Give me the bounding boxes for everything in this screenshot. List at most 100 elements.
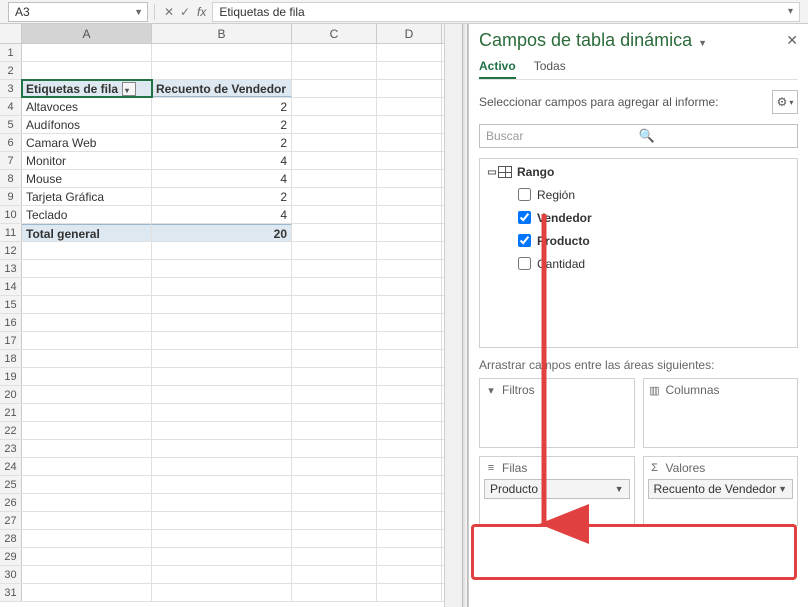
row-number[interactable]: 4 xyxy=(0,98,22,115)
cell[interactable] xyxy=(292,242,377,259)
cell[interactable] xyxy=(292,386,377,403)
cell[interactable] xyxy=(22,350,152,367)
check-icon[interactable]: ✓ xyxy=(177,5,193,19)
row-number[interactable]: 29 xyxy=(0,548,22,565)
cell[interactable] xyxy=(292,368,377,385)
cell[interactable] xyxy=(22,584,152,601)
cell[interactable] xyxy=(292,548,377,565)
field-list[interactable]: ▭ Rango RegiónVendedorProductoCantidad xyxy=(479,158,798,348)
cell[interactable] xyxy=(377,62,442,79)
row-number[interactable]: 7 xyxy=(0,152,22,169)
cell[interactable] xyxy=(22,530,152,547)
cell[interactable]: Audífonos xyxy=(22,116,152,133)
search-input[interactable]: Buscar 🔍 xyxy=(479,124,798,148)
row-number[interactable]: 6 xyxy=(0,134,22,151)
cell[interactable] xyxy=(377,368,442,385)
row-number[interactable]: 27 xyxy=(0,512,22,529)
row-number[interactable]: 5 xyxy=(0,116,22,133)
cell[interactable] xyxy=(292,98,377,115)
row-number[interactable]: 19 xyxy=(0,368,22,385)
row-number[interactable]: 16 xyxy=(0,314,22,331)
column-header-d[interactable]: D xyxy=(377,24,442,43)
filter-dropdown-icon[interactable] xyxy=(122,82,136,96)
field-checkbox[interactable] xyxy=(518,234,531,247)
cell[interactable] xyxy=(22,494,152,511)
cell[interactable] xyxy=(22,314,152,331)
cell[interactable] xyxy=(377,404,442,421)
name-box[interactable]: A3 ▼ xyxy=(8,2,148,22)
cell[interactable] xyxy=(152,278,292,295)
cell[interactable]: 4 xyxy=(152,206,292,223)
cell[interactable] xyxy=(292,566,377,583)
cell[interactable]: Total general xyxy=(22,224,152,241)
row-number[interactable]: 1 xyxy=(0,44,22,61)
cell[interactable] xyxy=(377,188,442,205)
field-group[interactable]: ▭ Rango xyxy=(486,165,791,179)
cell[interactable] xyxy=(377,152,442,169)
area-values[interactable]: ΣValores Recuento de Vendedor ▼ xyxy=(643,456,799,526)
cell[interactable] xyxy=(292,422,377,439)
row-number[interactable]: 3 xyxy=(0,80,22,97)
cell[interactable]: Tarjeta Gráfica xyxy=(22,188,152,205)
row-number[interactable]: 13 xyxy=(0,260,22,277)
cell[interactable] xyxy=(377,44,442,61)
cell[interactable] xyxy=(377,386,442,403)
cell[interactable] xyxy=(152,296,292,313)
cell[interactable] xyxy=(292,62,377,79)
row-number[interactable]: 20 xyxy=(0,386,22,403)
cell[interactable] xyxy=(152,404,292,421)
cell[interactable] xyxy=(377,494,442,511)
area-filters[interactable]: ▾Filtros xyxy=(479,378,635,448)
column-header-b[interactable]: B xyxy=(152,24,292,43)
cell[interactable] xyxy=(292,278,377,295)
cell[interactable] xyxy=(377,458,442,475)
cell[interactable] xyxy=(377,476,442,493)
cell[interactable] xyxy=(377,134,442,151)
row-number[interactable]: 22 xyxy=(0,422,22,439)
cell[interactable] xyxy=(22,404,152,421)
cell[interactable] xyxy=(292,296,377,313)
cell[interactable] xyxy=(292,512,377,529)
gear-icon[interactable]: ⚙▾ xyxy=(772,90,798,114)
cell[interactable] xyxy=(152,584,292,601)
tab-active[interactable]: Activo xyxy=(479,59,516,79)
field-item[interactable]: Vendedor xyxy=(486,206,791,229)
cell[interactable] xyxy=(377,530,442,547)
column-header-a[interactable]: A xyxy=(22,24,152,43)
cell[interactable] xyxy=(292,332,377,349)
cell[interactable]: 2 xyxy=(152,134,292,151)
cell[interactable] xyxy=(292,224,377,241)
cell[interactable] xyxy=(152,62,292,79)
field-checkbox[interactable] xyxy=(518,188,531,201)
cell[interactable] xyxy=(292,188,377,205)
cell[interactable] xyxy=(22,386,152,403)
cell[interactable]: 20 xyxy=(152,224,292,241)
cell[interactable] xyxy=(377,566,442,583)
field-item[interactable]: Producto xyxy=(486,229,791,252)
cell[interactable]: Teclado xyxy=(22,206,152,223)
cell[interactable] xyxy=(292,80,377,97)
cell[interactable]: Etiquetas de fila xyxy=(22,80,152,97)
cell[interactable]: Mouse xyxy=(22,170,152,187)
cell[interactable] xyxy=(377,548,442,565)
cell[interactable]: Recuento de Vendedor xyxy=(152,80,292,97)
cell[interactable] xyxy=(292,530,377,547)
cell[interactable] xyxy=(152,260,292,277)
cell[interactable] xyxy=(377,206,442,223)
cell[interactable] xyxy=(377,170,442,187)
collapse-icon[interactable]: ▭ xyxy=(486,167,498,178)
cell[interactable] xyxy=(377,350,442,367)
row-number[interactable]: 8 xyxy=(0,170,22,187)
cell[interactable] xyxy=(152,494,292,511)
cell[interactable] xyxy=(22,242,152,259)
row-number[interactable]: 21 xyxy=(0,404,22,421)
cell[interactable] xyxy=(152,422,292,439)
cell[interactable] xyxy=(152,476,292,493)
cell[interactable] xyxy=(377,314,442,331)
cell[interactable] xyxy=(152,440,292,457)
cell[interactable] xyxy=(292,260,377,277)
cell[interactable] xyxy=(377,584,442,601)
cell[interactable] xyxy=(22,476,152,493)
area-values-item[interactable]: Recuento de Vendedor ▼ xyxy=(648,479,794,499)
cell[interactable] xyxy=(292,314,377,331)
